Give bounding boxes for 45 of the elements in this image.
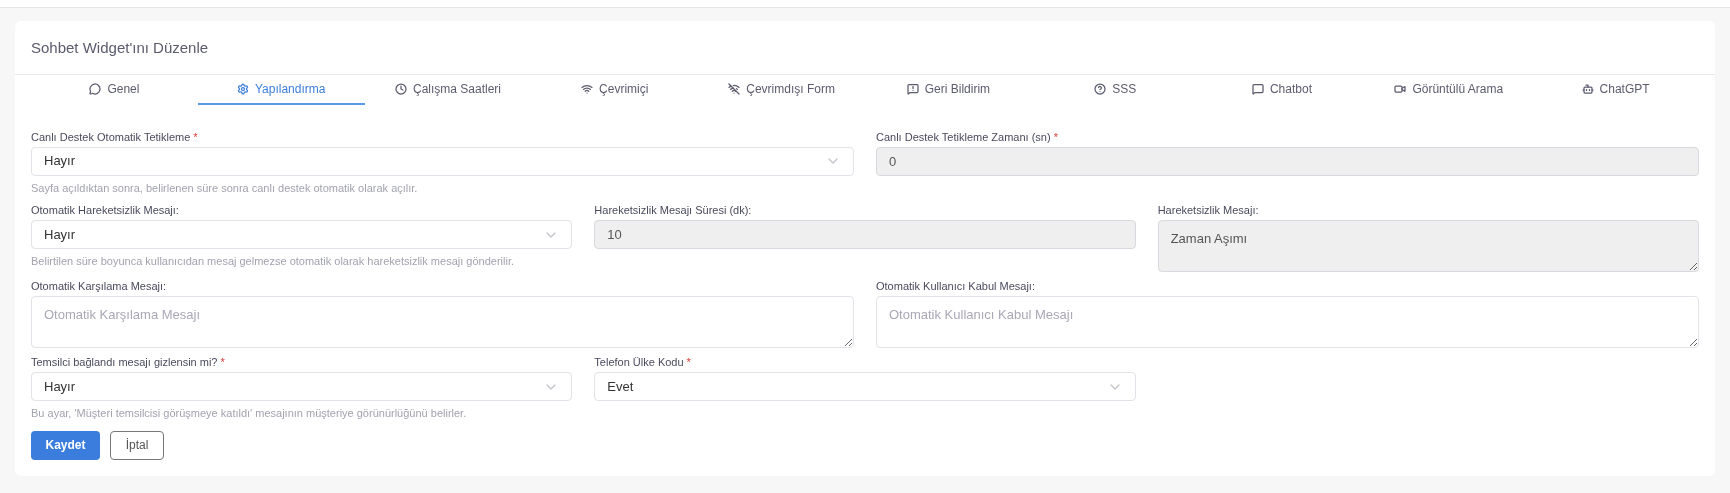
save-button[interactable]: Kaydet (31, 430, 100, 460)
required-mark: * (1053, 129, 1058, 145)
field-label: Otomatik Hareketsizlik Mesajı: (31, 203, 179, 219)
dropdown-select[interactable]: Hayır (31, 372, 573, 401)
wifi-off-icon (728, 82, 741, 95)
dropdown-select[interactable]: Evet (594, 372, 1136, 401)
alert-message-icon (906, 82, 919, 95)
tab[interactable]: Yapılandırma (197, 74, 365, 105)
help-icon (1094, 82, 1107, 95)
field-label: Temsilci bağlandı mesajı gizlensin mi? (31, 355, 218, 371)
text-area[interactable]: Otomatik Kullanıcı Kabul Mesajı (876, 296, 1699, 348)
tab[interactable]: Çevrimiçi (531, 74, 699, 105)
help-text: Sayfa açıldıktan sonra, belirlenen süre sonra canlı destek otomatik olarak açılır. (31, 180, 419, 196)
field-label: Canlı Destek Tetikleme Zamanı (sn) (876, 129, 1051, 145)
field-label: Telefon Ülke Kodu (594, 355, 684, 371)
video-camera-icon (1394, 82, 1407, 95)
field-label: Otomatik Kullanıcı Kabul Mesajı: (876, 279, 1035, 295)
dropdown-select[interactable]: Hayır (31, 146, 854, 176)
required-mark: * (193, 129, 198, 145)
robot-icon (1581, 82, 1594, 95)
tab[interactable]: SSS (1031, 74, 1199, 105)
tab[interactable]: Genel (31, 74, 198, 105)
field-label: Hareketsizlik Mesajı Süresi (dk): (594, 203, 752, 219)
tab[interactable]: Çalışma Saatleri (364, 74, 532, 105)
card-title: Sohbet Widget'ını Düzenle (31, 38, 210, 58)
chat-bubble-icon (89, 82, 102, 95)
help-text: Belirtilen süre boyunca kullanıcıdan mesaj gelmezse otomatik olarak hareketsizlik mesajı gönderilir. (31, 254, 515, 269)
tab[interactable]: ChatGPT (1532, 74, 1699, 105)
wifi-icon (581, 82, 594, 95)
dropdown-select[interactable]: Hayır (31, 220, 573, 249)
tab[interactable]: Görüntülü Arama (1365, 74, 1533, 105)
help-text: Bu ayar, 'Müşteri temsilcisi görüşmeye katıldı' mesajının müşteriye görünürlüğünü belirler. (31, 406, 468, 421)
text-area[interactable]: Otomatik Karşılama Mesajı (31, 296, 854, 348)
field-label: Hareketsizlik Mesajı: (1157, 203, 1259, 219)
tab[interactable]: Çevrimdışı Form (698, 74, 865, 105)
clock-icon (394, 82, 407, 95)
field-label: Canlı Destek Otomatik Tetikleme (31, 129, 191, 145)
field-label: Otomatik Karşılama Mesajı: (31, 279, 167, 295)
cancel-button[interactable]: İptal (110, 430, 164, 460)
settings-icon (236, 82, 249, 95)
message-icon (1251, 82, 1264, 95)
tab[interactable]: Chatbot (1198, 74, 1366, 105)
required-mark: * (220, 355, 225, 371)
required-mark: * (686, 355, 691, 371)
tab[interactable]: Geri Bildirim (865, 74, 1032, 105)
